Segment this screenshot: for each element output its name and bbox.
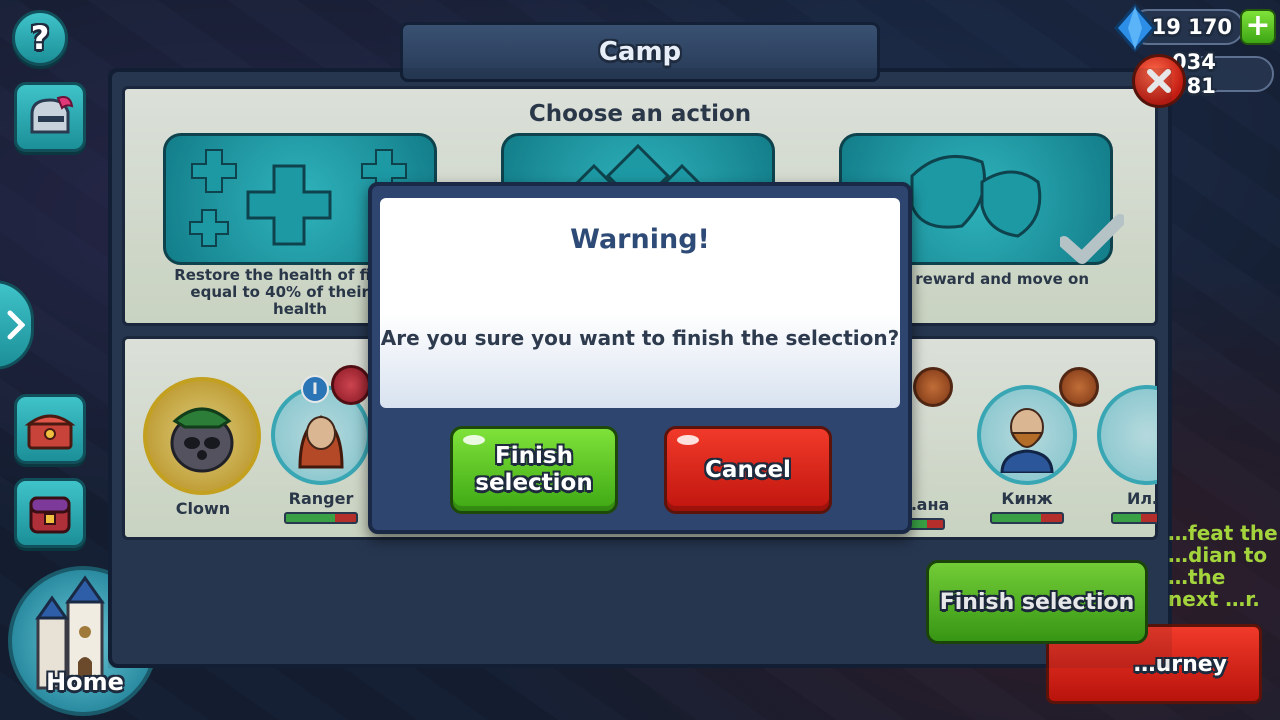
chevron-right-icon bbox=[7, 310, 25, 340]
add-gems-button[interactable]: + bbox=[1240, 9, 1276, 45]
treasure-chest-icon bbox=[24, 414, 76, 450]
home-label: Home bbox=[46, 668, 124, 696]
chest-button[interactable] bbox=[14, 394, 86, 464]
confirm-finish-label: Finish selection bbox=[475, 443, 593, 496]
cancel-button[interactable]: Cancel bbox=[664, 426, 832, 514]
warning-dialog: Warning! Are you sure you want to finish… bbox=[368, 182, 912, 534]
knight-helmet-icon bbox=[30, 96, 74, 134]
warning-dialog-body: Warning! Are you sure you want to finish… bbox=[380, 198, 900, 408]
knight-helmet-button[interactable] bbox=[14, 82, 86, 152]
backpack-button[interactable] bbox=[14, 478, 86, 548]
backpack-icon bbox=[29, 496, 71, 534]
hint-text: …feat the …dian to …the next …r. bbox=[1168, 521, 1278, 611]
gems-amount: 19 170 bbox=[1151, 15, 1232, 39]
gold-amount: 034 981 bbox=[1172, 50, 1216, 98]
gem-icon bbox=[1114, 4, 1156, 52]
warning-title: Warning! bbox=[570, 224, 710, 255]
help-icon: ? bbox=[30, 19, 50, 57]
confirm-finish-selection-button[interactable]: Finish selection bbox=[450, 426, 618, 514]
plus-icon: + bbox=[1245, 8, 1271, 43]
camp-title: Camp bbox=[598, 37, 682, 67]
help-button[interactable]: ? bbox=[12, 10, 68, 66]
gold-counter: 034 981 bbox=[1170, 50, 1274, 98]
cancel-label: Cancel bbox=[705, 456, 791, 483]
warning-message: Are you sure you want to finish the sele… bbox=[380, 326, 900, 350]
